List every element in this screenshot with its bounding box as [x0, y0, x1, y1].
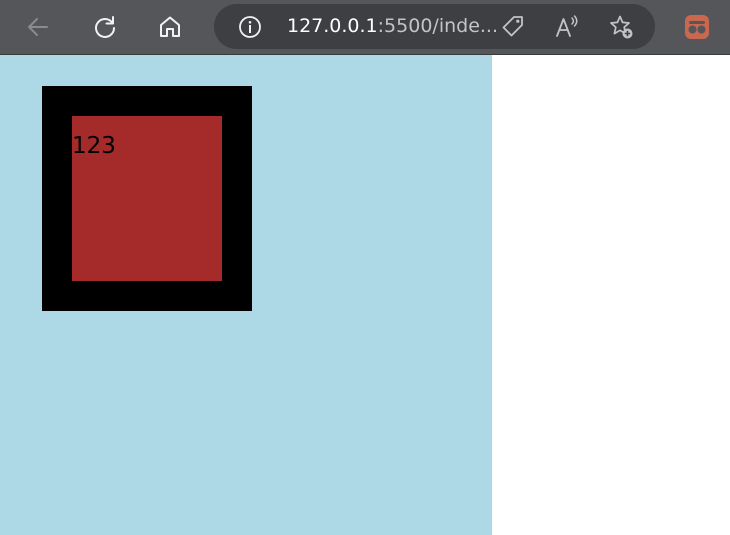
extension-icon[interactable]	[684, 14, 710, 40]
browser-toolbar: 127.0.0.1:5500/inde...	[0, 0, 730, 55]
back-arrow-icon	[25, 14, 51, 40]
url-path: :5500/inde...	[377, 15, 499, 37]
home-button[interactable]	[151, 8, 189, 46]
address-bar[interactable]: 127.0.0.1:5500/inde...	[214, 4, 655, 49]
tag-icon[interactable]	[500, 14, 526, 40]
inner-red-box: 123	[72, 116, 222, 281]
outer-black-box: 123	[42, 86, 252, 311]
info-icon[interactable]	[238, 15, 262, 39]
refresh-button[interactable]	[86, 8, 124, 46]
read-aloud-icon[interactable]	[554, 14, 580, 40]
blue-container: 123	[0, 55, 492, 535]
box-text: 123	[72, 133, 116, 159]
page-viewport: 123	[0, 55, 730, 535]
url-host: 127.0.0.1	[287, 15, 378, 37]
url-text[interactable]: 127.0.0.1:5500/inde...	[287, 4, 498, 49]
refresh-icon	[92, 14, 118, 40]
add-favorite-icon[interactable]	[608, 14, 634, 40]
back-button[interactable]	[19, 8, 57, 46]
home-icon	[157, 14, 183, 40]
